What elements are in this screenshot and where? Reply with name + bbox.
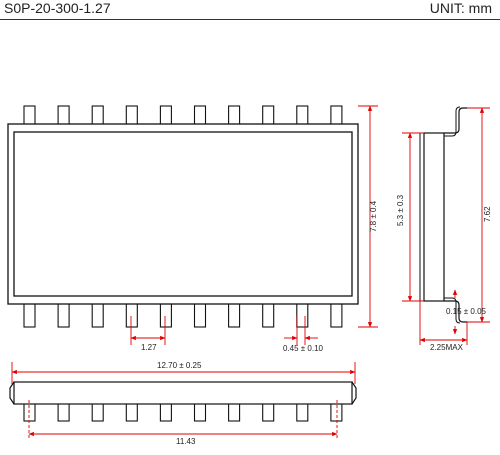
bottom-view: [9, 381, 357, 422]
max-height-label: 2.25MAX: [430, 343, 464, 352]
package-drawing: 1.27 0.45 ± 0.10 7.8 ± 0.4 5.3 ± 0.3 7.6…: [7, 105, 492, 446]
bottom-view-pin: [262, 402, 275, 422]
bottom-pin: [193, 302, 207, 328]
top-pin: [193, 105, 207, 126]
overall-width-label: 7.8 ± 0.4: [369, 200, 378, 232]
body-length-label: 12.70 ± 0.25: [157, 361, 202, 370]
top-pin: [159, 105, 172, 126]
lead-span-label: 11.43: [176, 437, 196, 446]
top-pin: [91, 105, 104, 126]
bottom-pin: [91, 302, 104, 328]
body-width-label: 5.3 ± 0.3: [396, 194, 405, 226]
bottom-pin: [57, 302, 70, 328]
body-width-dimension: [402, 132, 424, 302]
top-pin: [125, 105, 138, 126]
bottom-view-pin: [296, 402, 309, 422]
bottom-view-pin: [330, 402, 343, 422]
lead-thickness-label: 0.15 ± 0.05: [446, 307, 487, 316]
bottom-view-pin: [228, 402, 241, 422]
side-body: [423, 132, 445, 302]
pitch-label: 1.27: [141, 343, 157, 352]
bottom-view-pin: [125, 402, 138, 422]
bottom-view-pin: [193, 402, 207, 422]
bottom-pin: [228, 302, 241, 328]
bottom-view-pins: [23, 402, 343, 422]
top-view: [7, 105, 359, 328]
top-pin: [228, 105, 241, 126]
bottom-view-pin: [91, 402, 104, 422]
bottom-pin: [330, 302, 343, 328]
lead-width-label: 0.45 ± 0.10: [283, 344, 324, 353]
bottom-pin: [159, 302, 172, 328]
bottom-pin: [125, 302, 138, 328]
top-pins: [23, 105, 343, 126]
bottom-view-pin: [57, 402, 70, 422]
top-pin: [262, 105, 275, 126]
bottom-pins: [23, 302, 343, 328]
top-pin: [296, 105, 309, 126]
top-pin: [330, 105, 343, 126]
bottom-pin: [262, 302, 275, 328]
top-pin: [23, 105, 36, 126]
lead-span-dimension: [28, 400, 338, 440]
bottom-pin: [296, 302, 309, 328]
top-pin: [57, 105, 70, 126]
package-body-outer: [7, 123, 359, 305]
lead-length-label: 7.62: [483, 206, 492, 222]
bottom-body: [13, 381, 353, 405]
bottom-view-pin: [23, 402, 36, 422]
bottom-view-pin: [159, 402, 172, 422]
bottom-pin: [23, 302, 36, 328]
side-view: [419, 106, 467, 324]
